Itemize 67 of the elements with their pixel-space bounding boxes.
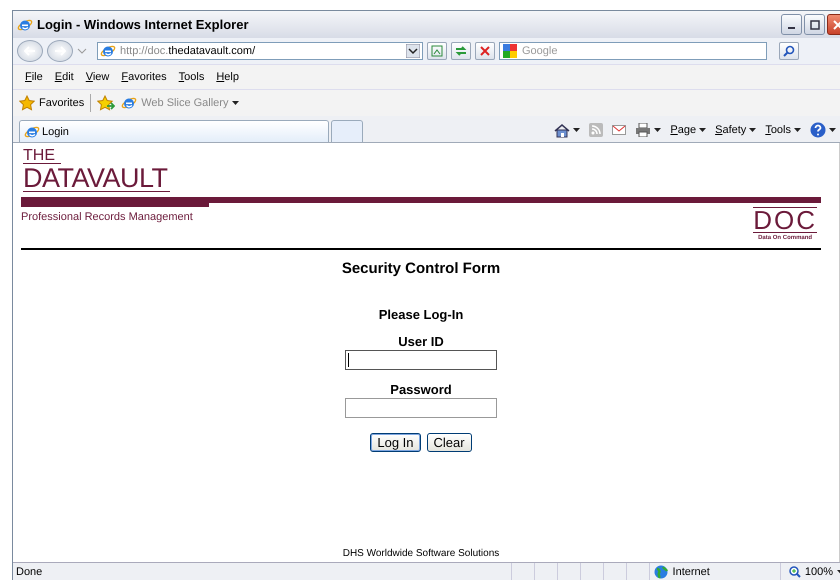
home-button[interactable] <box>554 122 580 138</box>
login-button[interactable]: Log In <box>370 433 421 452</box>
maximize-icon <box>810 20 820 30</box>
search-button[interactable] <box>779 42 799 60</box>
status-text: Done <box>15 566 44 578</box>
globe-icon <box>654 565 668 579</box>
forward-arrow-icon <box>54 46 66 56</box>
compatibility-icon <box>431 45 443 57</box>
help-button[interactable] <box>810 122 836 138</box>
caret-icon <box>654 128 662 132</box>
menu-item[interactable]: Tools <box>172 71 210 83</box>
url-text: http://doc.thedatavault.com/ <box>120 45 256 57</box>
zoom-button[interactable]: 100% <box>780 563 840 580</box>
page-icon <box>121 95 138 111</box>
print-button[interactable] <box>635 123 662 137</box>
menu-item[interactable]: Edit <box>48 71 80 83</box>
clear-button[interactable]: Clear <box>426 433 472 452</box>
caret-icon <box>232 101 240 105</box>
refresh-icon <box>454 45 468 57</box>
stop-icon <box>480 46 490 56</box>
back-arrow-icon <box>24 46 36 56</box>
form-title: Security Control Form <box>342 260 500 277</box>
close-icon <box>832 20 840 30</box>
menu-item[interactable]: View <box>80 71 116 83</box>
feeds-icon <box>589 123 604 137</box>
minimize-button[interactable] <box>781 14 802 35</box>
tagline: Professional Records Management <box>21 211 193 223</box>
star-icon <box>19 95 35 111</box>
mail-icon <box>612 125 626 135</box>
address-field[interactable]: http://doc.thedatavault.com/ <box>97 42 423 60</box>
zoom-icon <box>788 566 801 578</box>
favorites-button[interactable]: Favorites <box>19 95 84 111</box>
caret-icon <box>699 128 706 132</box>
command-menu[interactable]: Safety <box>715 124 756 136</box>
page-icon <box>100 43 116 59</box>
caret-icon <box>573 128 580 132</box>
add-favorite-icon[interactable] <box>97 95 116 111</box>
minimize-icon <box>788 26 795 28</box>
field-label: Password <box>390 382 452 397</box>
caret-icon <box>749 128 756 132</box>
search-field[interactable]: Google <box>499 42 767 60</box>
footer-text: DHS Worldwide Software Solutions <box>342 548 500 559</box>
maximize-button[interactable] <box>804 14 825 35</box>
command-menu[interactable]: Tools <box>765 124 801 136</box>
command-menu[interactable]: Page <box>670 124 706 136</box>
menu-item[interactable]: Help <box>210 71 245 83</box>
input-field[interactable] <box>345 350 497 370</box>
compatibility-button[interactable] <box>427 42 447 60</box>
refresh-button[interactable] <box>451 42 471 60</box>
dropdown-caret-icon[interactable] <box>406 44 420 58</box>
search-icon <box>783 45 795 57</box>
security-zone: Internet <box>672 566 710 578</box>
stop-button[interactable] <box>475 42 495 60</box>
input-field[interactable] <box>345 398 497 418</box>
field-label: User ID <box>398 334 444 349</box>
window-title: Login - Windows Internet Explorer <box>37 17 250 32</box>
datavault-logo: THE DATAVAULT <box>22 149 170 192</box>
menu-item[interactable]: File <box>19 71 49 83</box>
menu-item[interactable]: Favorites <box>115 71 173 83</box>
google-logo-icon <box>503 44 517 58</box>
browser-tab[interactable]: Login <box>19 120 329 142</box>
caret-icon <box>829 128 836 132</box>
caret-icon <box>794 128 801 132</box>
mail-button[interactable] <box>612 125 626 135</box>
form-subtitle: Please Log-In <box>378 307 464 322</box>
printer-icon <box>635 123 652 137</box>
home-icon <box>554 122 570 138</box>
